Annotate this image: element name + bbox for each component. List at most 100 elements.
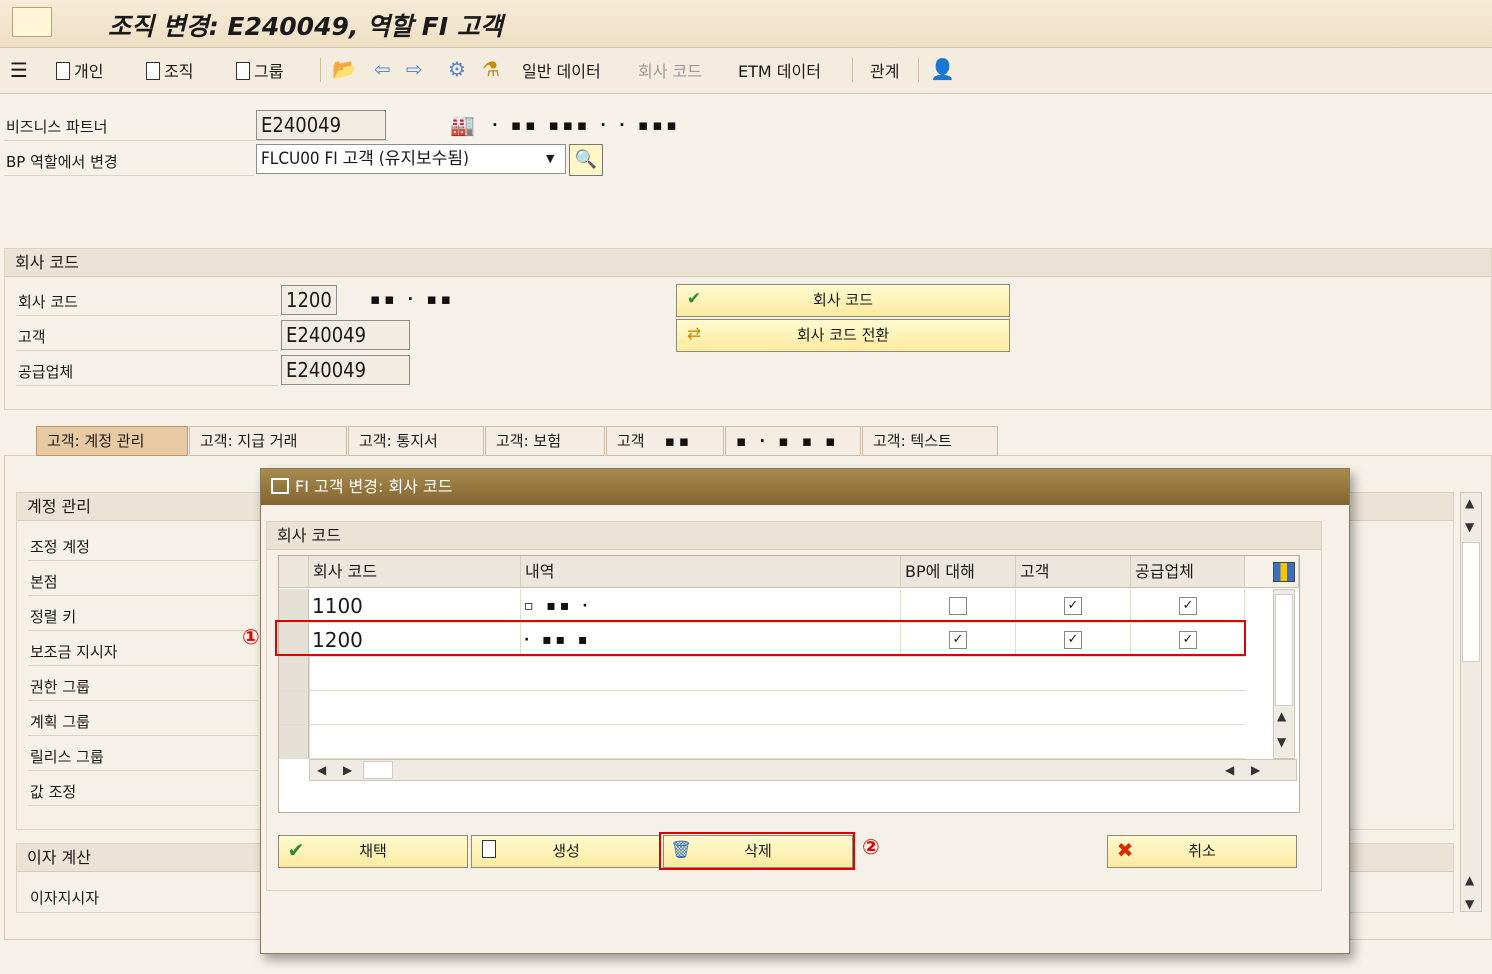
tab-account-management[interactable]: 고객: 계정 관리 [36, 426, 188, 456]
checkbox-vendor[interactable]: ✓ [1179, 597, 1197, 615]
redacted-text: ▫ ▪▪ · [524, 598, 592, 614]
annotation-marker-1: ① [242, 625, 260, 649]
tab-correspondence[interactable]: 고객: 통지서 [348, 426, 484, 456]
switch-icon: ⇄ [686, 324, 702, 344]
scroll-left-icon[interactable]: ◀ [1225, 763, 1234, 777]
list-icon[interactable]: ☰ [10, 58, 28, 82]
person-button[interactable]: 개인 [56, 58, 103, 82]
scroll-up-icon[interactable]: ▲ [1465, 873, 1474, 887]
checkbox-bp[interactable] [949, 597, 967, 615]
scroll-right-icon[interactable]: ▶ [343, 763, 352, 777]
dialog-group-title: 회사 코드 [267, 522, 1321, 550]
redacted-text: ▪▪ [664, 432, 693, 450]
close-icon: ✖ [1116, 838, 1134, 862]
document-icon [482, 840, 496, 858]
divider [16, 385, 278, 386]
field-label: 조정 계정 [30, 538, 90, 556]
company-code-section-title: 회사 코드 [5, 249, 1491, 277]
customer-field[interactable]: E240049 [281, 320, 410, 350]
toolbar-separator [320, 58, 321, 82]
field-label: 값 조정 [30, 783, 77, 801]
highlight-delete-button [659, 832, 855, 870]
divider [28, 700, 258, 701]
column-header-vendor[interactable]: 공급업체 [1131, 556, 1245, 588]
company-code-button[interactable]: ✔ 회사 코드 [676, 284, 1010, 317]
column-header-customer[interactable]: 고객 [1016, 556, 1131, 588]
field-label: 본점 [30, 573, 58, 591]
field-label: 이자지시자 [30, 889, 100, 907]
glasses-icon[interactable]: ⚙ [448, 57, 466, 81]
company-code-table: 회사 코드 내역 BP에 대해 고객 공급업체 1100 ▫ ▪▪ · ✓ ✓ … [278, 555, 1300, 813]
group-button[interactable]: 그룹 [236, 58, 283, 82]
back-arrow-icon[interactable]: ⇦ [374, 57, 391, 81]
company-code-toolbar-button: 회사 코드 [638, 62, 702, 81]
toolbar-separator [918, 58, 919, 82]
role-dropdown[interactable]: FLCU00 FI 고객 (유지보수됨) [256, 144, 566, 174]
divider [4, 175, 254, 176]
company-code-label: 회사 코드 [18, 293, 78, 311]
customer-label: 고객 [18, 328, 46, 346]
scroll-right-icon[interactable]: ▶ [1251, 763, 1260, 777]
org-button[interactable]: 조직 [146, 58, 193, 82]
divider [28, 630, 258, 631]
column-header-company-code[interactable]: 회사 코드 [309, 556, 521, 588]
column-header-description[interactable]: 내역 [521, 556, 901, 588]
redacted-text: ▪ · ▪ ▪ ▪ [736, 432, 840, 450]
forward-arrow-icon[interactable]: ⇨ [406, 57, 423, 81]
toolbar-separator [852, 58, 853, 82]
select-all-header[interactable] [279, 556, 309, 588]
table-scroll-thumb[interactable] [1275, 594, 1293, 706]
user-settings-icon[interactable]: 👤 [930, 57, 955, 81]
company-code-field[interactable]: 1200 [281, 285, 337, 315]
field-label: 보조금 지시자 [30, 643, 118, 661]
general-data-button[interactable]: 일반 데이터 [522, 58, 601, 82]
scroll-thumb[interactable] [1462, 542, 1480, 662]
highlight-row-1200 [275, 620, 1246, 656]
tab-customer-redacted[interactable]: 고객 ▪▪ [606, 426, 724, 456]
search-icon[interactable]: 🔍 [569, 144, 603, 176]
divider [4, 140, 388, 141]
tab-texts[interactable]: 고객: 텍스트 [862, 426, 998, 456]
divider [16, 315, 278, 316]
hierarchy-icon[interactable]: ⚗ [482, 57, 500, 81]
scroll-up-icon[interactable]: ▲ [1465, 496, 1474, 510]
divider [28, 560, 258, 561]
scroll-down-icon[interactable]: ▼ [1465, 520, 1474, 534]
checkbox-customer[interactable]: ✓ [1064, 597, 1082, 615]
tab-insurance[interactable]: 고객: 보험 [485, 426, 605, 456]
app-icon[interactable] [12, 7, 52, 37]
scroll-up-icon[interactable]: ▲ [1277, 709, 1286, 723]
bp-field[interactable]: E240049 [256, 110, 386, 140]
adopt-button[interactable]: ✔ 채택 [278, 835, 468, 868]
field-label: 권한 그룹 [30, 678, 90, 696]
scroll-down-icon[interactable]: ▼ [1465, 897, 1474, 911]
scroll-left-icon[interactable]: ◀ [317, 763, 326, 777]
scroll-down-icon[interactable]: ▼ [1277, 735, 1286, 749]
table-row[interactable]: 1100 ▫ ▪▪ · [279, 589, 1245, 623]
table-horizontal-scrollbar[interactable] [309, 759, 1297, 781]
field-label: 계획 그룹 [30, 713, 90, 731]
relationship-button[interactable]: 관계 [870, 58, 899, 82]
document-icon [146, 62, 160, 80]
tab-payment-transactions[interactable]: 고객: 지급 거래 [189, 426, 347, 456]
company-code-cell[interactable]: 1100 [309, 589, 521, 623]
window-title: 조직 변경: E240049, 역할 FI 고객 [108, 12, 503, 41]
create-button[interactable]: 생성 [471, 835, 661, 868]
grid-lines [309, 657, 1245, 759]
cancel-button[interactable]: ✖ 취소 [1107, 835, 1297, 868]
etm-data-button[interactable]: ETM 데이터 [738, 58, 821, 82]
divider [28, 805, 258, 806]
tab-redacted[interactable]: ▪ · ▪ ▪ ▪ [725, 426, 861, 456]
switch-company-code-button[interactable]: ⇄ 회사 코드 전환 [676, 319, 1010, 352]
h-scroll-thumb[interactable] [363, 761, 393, 779]
description-cell: ▫ ▪▪ · [521, 589, 901, 623]
vendor-field[interactable]: E240049 [281, 355, 410, 385]
column-header-bp[interactable]: BP에 대해 [901, 556, 1016, 588]
dropdown-arrow-icon[interactable]: ▼ [546, 152, 554, 165]
column-settings-icon[interactable] [1273, 562, 1295, 582]
open-folder-icon[interactable]: 📂 [332, 57, 357, 81]
document-icon [236, 62, 250, 80]
role-label: BP 역할에서 변경 [6, 153, 118, 171]
vendor-label: 공급업체 [18, 363, 74, 381]
divider [28, 770, 258, 771]
